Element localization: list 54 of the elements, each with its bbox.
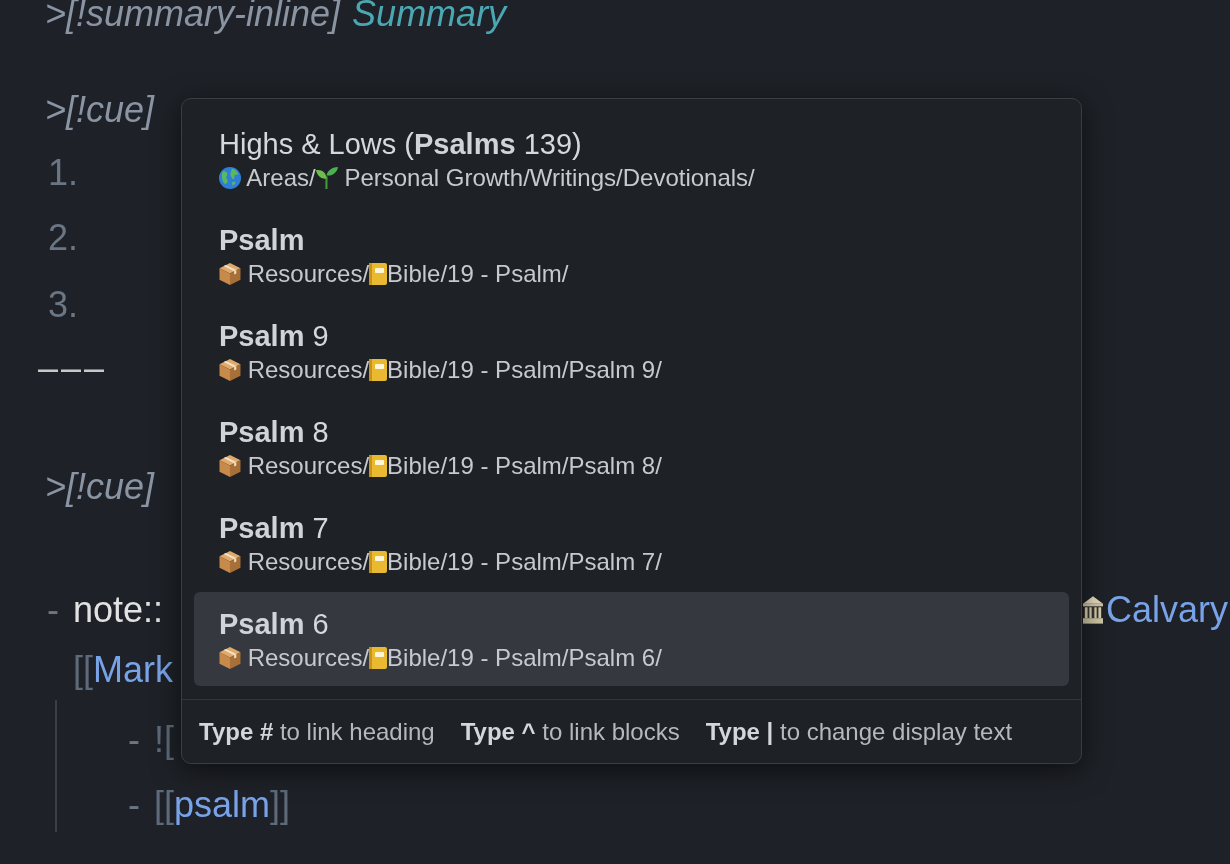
list-number: 1. bbox=[48, 153, 79, 193]
suggestion-item[interactable]: Psalm 6 Resources/ Bible/19 - Psalm/Psalm 6/ bbox=[194, 592, 1069, 686]
suggestion-title: Psalm 8 bbox=[219, 415, 329, 450]
suggestion-title: Psalm 6 bbox=[219, 607, 329, 642]
suggestion-title: Highs & Lows (Psalms 139) bbox=[219, 127, 582, 162]
sprout-icon bbox=[315, 167, 338, 189]
notebook-icon bbox=[369, 455, 388, 477]
folder-path: Bible/19 - Psalm/Psalm 7/ bbox=[387, 547, 662, 577]
cardboard-box-icon bbox=[219, 455, 241, 477]
callout-title: Summary bbox=[352, 0, 507, 34]
cardboard-box-icon bbox=[219, 647, 241, 669]
globe-icon bbox=[219, 167, 241, 189]
internal-link[interactable]: Mark bbox=[93, 650, 173, 690]
list-number: 2. bbox=[48, 218, 79, 258]
folder-path: Bible/19 - Psalm/ bbox=[387, 259, 569, 289]
link-bracket: ![ bbox=[154, 720, 174, 760]
notebook-icon bbox=[369, 359, 388, 381]
property-key: note:: bbox=[73, 590, 164, 630]
notebook-icon bbox=[369, 647, 388, 669]
callout-marker: >[!cue] bbox=[45, 467, 155, 507]
classical-building-icon bbox=[1082, 595, 1103, 625]
callout-marker: >[!cue] bbox=[45, 90, 155, 130]
suggestion-title: Psalm 7 bbox=[219, 511, 329, 546]
notebook-icon bbox=[369, 263, 388, 285]
link-bracket: ]] bbox=[270, 785, 291, 825]
folder-path: Resources/ bbox=[246, 259, 370, 289]
folder-path: Resources/ bbox=[246, 355, 370, 385]
folder-path: Bible/19 - Psalm/Psalm 9/ bbox=[387, 355, 662, 385]
folder-path: Resources/ bbox=[246, 547, 370, 577]
hint-text: Type ^ to link blocks bbox=[460, 716, 680, 747]
cardboard-box-icon bbox=[219, 359, 241, 381]
internal-link[interactable]: psalm bbox=[174, 785, 271, 825]
folder-path: Bible/19 - Psalm/Psalm 6/ bbox=[387, 643, 662, 673]
callout-marker: >[!summary-inline] bbox=[45, 0, 341, 34]
list-bullet: - bbox=[47, 590, 59, 630]
cardboard-box-icon bbox=[219, 263, 241, 285]
internal-link[interactable]: Calvary bbox=[1105, 590, 1228, 630]
notebook-icon bbox=[369, 551, 388, 573]
hint-text: Type # to link heading bbox=[199, 716, 435, 747]
link-bracket: [[ bbox=[73, 650, 93, 690]
folder-path: Areas/ bbox=[245, 163, 316, 193]
folder-path: Bible/19 - Psalm/Psalm 8/ bbox=[387, 451, 662, 481]
hint-text: Type | to change display text bbox=[705, 716, 1013, 747]
suggestion-title: Psalm bbox=[219, 223, 305, 258]
suggestion-title: Psalm 9 bbox=[219, 319, 329, 354]
horizontal-rule: ––– bbox=[38, 348, 108, 388]
list-bullet: - bbox=[128, 785, 140, 825]
list-bullet: - bbox=[128, 720, 140, 760]
link-bracket: [[ bbox=[154, 785, 174, 825]
cardboard-box-icon bbox=[219, 551, 241, 573]
list-number: 3. bbox=[48, 285, 79, 325]
folder-path: Personal Growth/Writings/Devotionals/ bbox=[343, 163, 755, 193]
folder-path: Resources/ bbox=[246, 451, 370, 481]
folder-path: Resources/ bbox=[246, 643, 370, 673]
